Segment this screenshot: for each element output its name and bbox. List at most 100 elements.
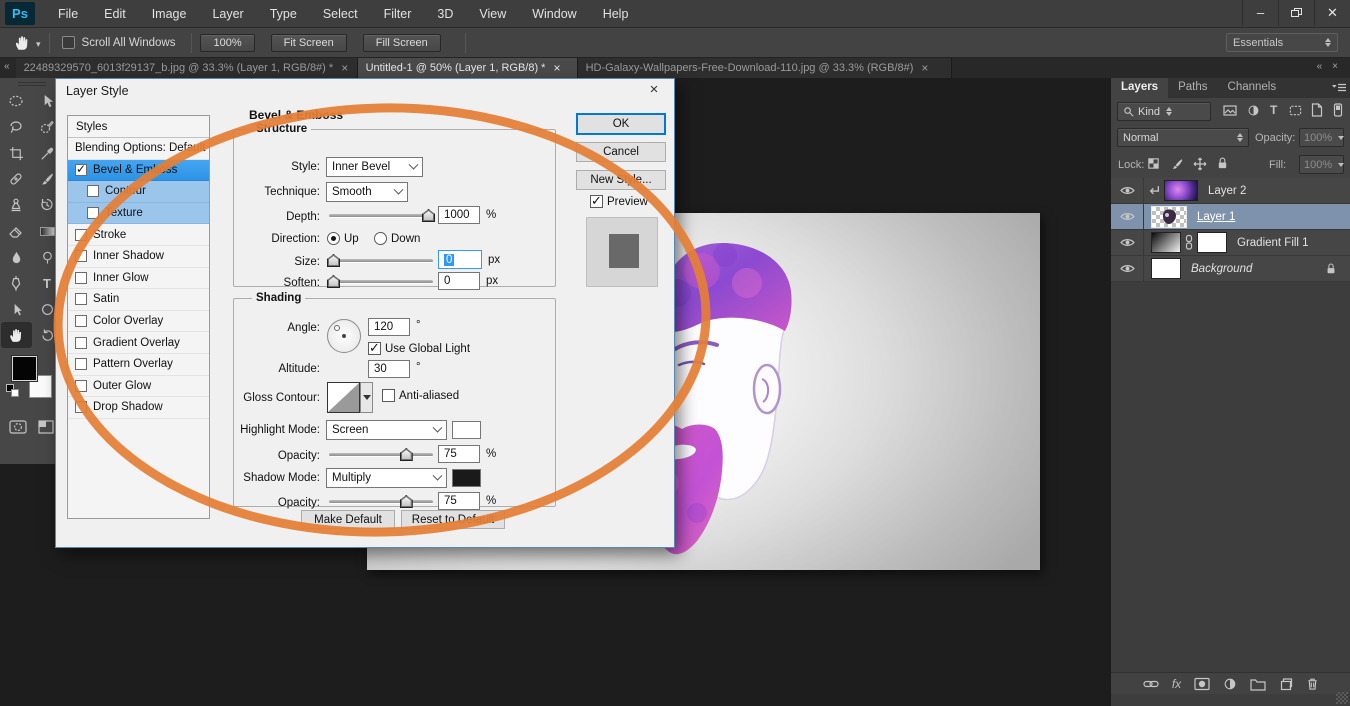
soften-value-field[interactable]: 0	[438, 272, 480, 290]
layer-name[interactable]: Gradient Fill 1	[1237, 237, 1309, 249]
technique-select[interactable]: Smooth	[326, 182, 408, 202]
reset-to-default-button[interactable]: Reset to Default	[401, 510, 505, 529]
lock-position-icon[interactable]	[1193, 157, 1207, 171]
elliptical-marquee-tool[interactable]	[1, 88, 32, 114]
scroll-all-windows-checkbox[interactable]	[62, 36, 75, 49]
doc-tab-3[interactable]: HD-Galaxy-Wallpapers-Free-Download-110.j…	[578, 58, 952, 78]
layer-row-layer2[interactable]: Layer 2	[1111, 178, 1350, 204]
foreground-color-swatch[interactable]	[12, 356, 37, 381]
fit-screen-button[interactable]: Fit Screen	[271, 34, 347, 52]
angle-dial[interactable]	[327, 319, 361, 353]
menu-select[interactable]: Select	[310, 0, 371, 28]
style-item-gradient-overlay[interactable]: Gradient Overlay	[68, 332, 209, 354]
quick-mask-mode-icon[interactable]	[6, 414, 30, 440]
menu-file[interactable]: File	[45, 0, 91, 28]
visibility-eye-icon[interactable]	[1111, 204, 1144, 230]
shadow-mode-select[interactable]: Multiply	[326, 468, 447, 488]
use-global-light-checkbox[interactable]	[368, 342, 381, 355]
default-colors-icon[interactable]	[6, 384, 20, 398]
doc-tab-2-active[interactable]: Untitled-1 @ 50% (Layer 1, RGB/8) *×	[358, 58, 578, 78]
checkbox[interactable]	[75, 272, 87, 284]
style-item-contour[interactable]: Contour	[68, 181, 209, 203]
tab-paths[interactable]: Paths	[1168, 78, 1217, 98]
style-item-color-overlay[interactable]: Color Overlay	[68, 311, 209, 333]
menu-image[interactable]: Image	[139, 0, 200, 28]
adjustment-layer-icon[interactable]	[1223, 677, 1237, 691]
filter-toggle-switch[interactable]	[1333, 103, 1343, 117]
filter-pixel-layers-icon[interactable]	[1223, 104, 1237, 117]
menu-3d[interactable]: 3D	[424, 0, 466, 28]
highlight-color-swatch[interactable]	[452, 421, 481, 439]
panel-resize-grip[interactable]	[1336, 692, 1348, 704]
layer-style-fx-icon[interactable]: fx	[1172, 677, 1181, 691]
checkbox[interactable]	[75, 337, 87, 349]
layer-name[interactable]: Background	[1191, 263, 1252, 275]
style-item-texture[interactable]: Texture	[68, 203, 209, 225]
style-item-bevel-emboss[interactable]: Bevel & Emboss	[68, 160, 209, 182]
slider-thumb[interactable]	[422, 209, 435, 222]
new-group-folder-icon[interactable]	[1250, 677, 1266, 691]
restore-icon[interactable]	[1278, 0, 1314, 26]
menu-help[interactable]: Help	[590, 0, 642, 28]
shadow-opacity-field[interactable]: 75	[438, 492, 480, 510]
shadow-color-swatch[interactable]	[452, 469, 481, 487]
layer-row-background[interactable]: Background	[1111, 256, 1350, 282]
close-tab-icon[interactable]: ×	[553, 61, 560, 75]
slider-thumb[interactable]	[400, 448, 413, 461]
style-item-pattern-overlay[interactable]: Pattern Overlay	[68, 354, 209, 376]
checkbox[interactable]	[75, 380, 87, 392]
new-style-button[interactable]: New Style...	[576, 170, 666, 190]
style-item-satin[interactable]: Satin	[68, 289, 209, 311]
checkbox[interactable]	[87, 207, 99, 219]
delete-layer-trash-icon[interactable]	[1306, 677, 1319, 691]
visibility-eye-icon[interactable]	[1111, 230, 1144, 256]
close-tab-icon[interactable]: ×	[341, 61, 348, 75]
preview-checkbox[interactable]	[590, 195, 603, 208]
layer-filter-kind-select[interactable]: Kind	[1117, 102, 1211, 121]
visibility-eye-icon[interactable]	[1111, 178, 1144, 204]
style-item-outer-glow[interactable]: Outer Glow	[68, 376, 209, 398]
filter-adjustment-layers-icon[interactable]	[1247, 104, 1260, 117]
fill-value[interactable]: 100%	[1299, 155, 1344, 174]
slider-thumb[interactable]	[327, 254, 340, 267]
checkbox[interactable]	[75, 293, 87, 305]
layer-name[interactable]: Layer 1	[1197, 211, 1235, 223]
visibility-eye-icon[interactable]	[1111, 256, 1144, 282]
fill-layer-thumbnail[interactable]	[1151, 232, 1181, 253]
checkbox[interactable]	[75, 401, 87, 413]
hand-tool-active[interactable]	[1, 322, 32, 348]
slider-thumb[interactable]	[400, 495, 413, 508]
filter-smart-objects-icon[interactable]	[1311, 103, 1323, 117]
panel-grip[interactable]	[18, 82, 46, 86]
layer-thumbnail[interactable]	[1151, 258, 1181, 279]
size-slider[interactable]	[329, 254, 433, 268]
opacity-value[interactable]: 100%	[1299, 128, 1344, 147]
slider-thumb[interactable]	[327, 275, 340, 288]
style-item-inner-shadow[interactable]: Inner Shadow	[68, 246, 209, 268]
dialog-close-icon[interactable]: ×	[642, 81, 666, 99]
menu-edit[interactable]: Edit	[91, 0, 139, 28]
checkbox[interactable]	[75, 250, 87, 262]
menu-view[interactable]: View	[466, 0, 519, 28]
checkbox[interactable]	[75, 315, 87, 327]
style-item-drop-shadow[interactable]: Drop Shadow	[68, 397, 209, 419]
collapse-panels-icon[interactable]: «	[1313, 58, 1329, 78]
close-panel-icon[interactable]: ×	[1328, 58, 1344, 78]
lasso-tool[interactable]	[1, 114, 32, 140]
lock-image-pixels-icon[interactable]	[1170, 157, 1184, 171]
layer-name[interactable]: Layer 2	[1208, 185, 1246, 197]
spot-healing-brush-tool[interactable]	[1, 166, 32, 192]
direction-down-radio[interactable]	[374, 232, 387, 245]
link-layers-icon[interactable]	[1143, 677, 1159, 691]
layer-thumbnail[interactable]	[1164, 180, 1198, 201]
menu-layer[interactable]: Layer	[199, 0, 256, 28]
lock-all-icon[interactable]	[1216, 156, 1229, 170]
doc-tab-1[interactable]: 22489329570_6013f29137_b.jpg @ 33.3% (La…	[16, 58, 358, 78]
mask-link-icon[interactable]	[1184, 234, 1194, 251]
lock-transparent-pixels-icon[interactable]	[1147, 157, 1160, 170]
style-item-stroke[interactable]: Stroke	[68, 224, 209, 246]
layer-thumbnail[interactable]	[1151, 206, 1187, 228]
soften-slider[interactable]	[329, 275, 433, 289]
layer-mask-thumbnail[interactable]	[1197, 232, 1227, 253]
menu-window[interactable]: Window	[519, 0, 589, 28]
